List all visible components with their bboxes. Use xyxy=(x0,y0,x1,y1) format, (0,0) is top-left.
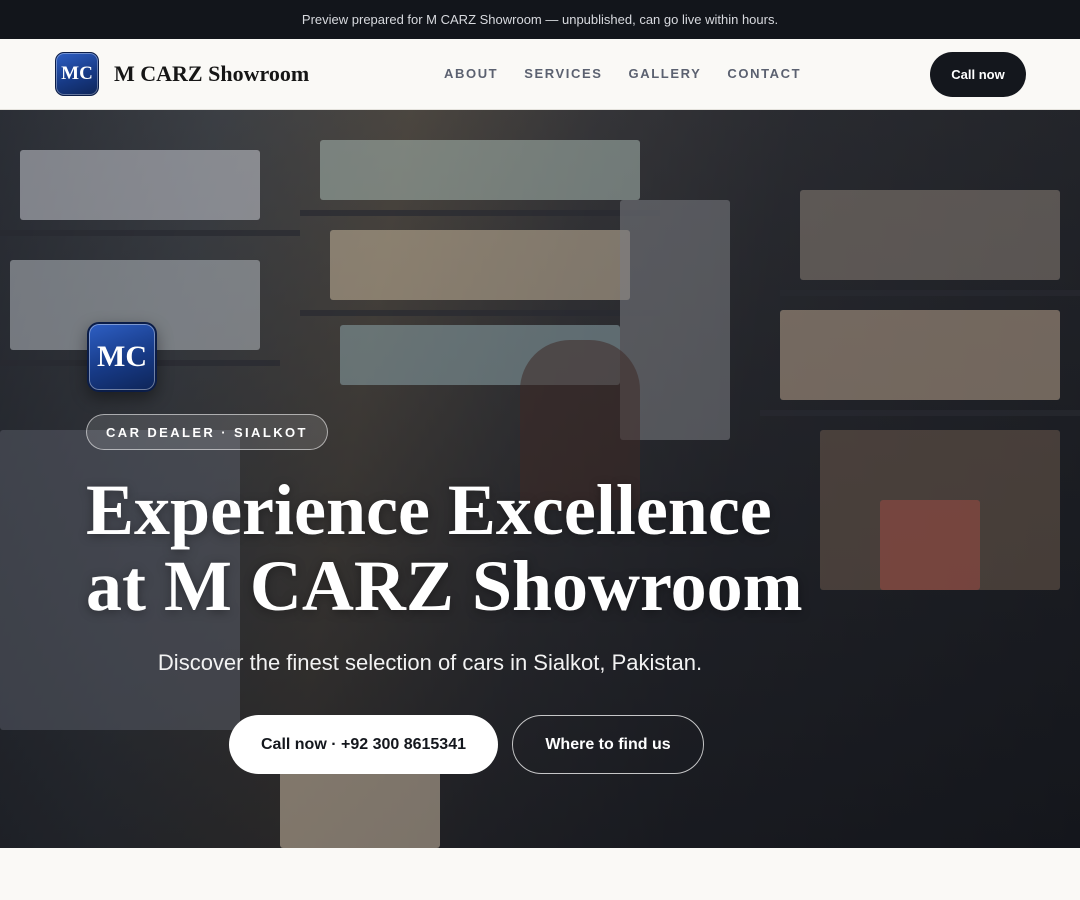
nav-contact[interactable]: CONTACT xyxy=(727,66,801,81)
hero-subheadline: Discover the finest selection of cars in… xyxy=(157,650,703,675)
announcement-text: Preview prepared for M CARZ Showroom — u… xyxy=(301,12,779,27)
nav-about[interactable]: ABOUT xyxy=(444,66,498,81)
nav-call-button[interactable]: Call now xyxy=(930,52,1026,97)
call-now-button[interactable]: Call now · +92 300 8615341 xyxy=(229,715,498,774)
nav-services[interactable]: SERVICES xyxy=(524,66,602,81)
navbar: MC M CARZ Showroom ABOUT SERVICES GALLER… xyxy=(0,39,1080,110)
hero-logo-badge: MC xyxy=(87,322,157,392)
hero-headline: Experience Excellence at M CARZ Showroom xyxy=(86,470,803,626)
announcement-bar: Preview prepared for M CARZ Showroom — u… xyxy=(0,0,1080,39)
hero-logo-initials: MC xyxy=(97,340,147,373)
nav-gallery[interactable]: GALLERY xyxy=(629,66,702,81)
next-section xyxy=(0,848,1080,900)
where-to-find-us-button[interactable]: Where to find us xyxy=(512,715,704,774)
category-pill: CAR DEALER · SIALKOT xyxy=(86,414,328,450)
hero-section: MC CAR DEALER · SIALKOT Experience Excel… xyxy=(0,110,1080,848)
main-menu: ABOUT SERVICES GALLERY CONTACT xyxy=(444,66,801,81)
logo-initials: MC xyxy=(61,63,93,84)
logo-badge[interactable]: MC xyxy=(55,52,99,96)
brand-name[interactable]: M CARZ Showroom xyxy=(114,61,309,87)
